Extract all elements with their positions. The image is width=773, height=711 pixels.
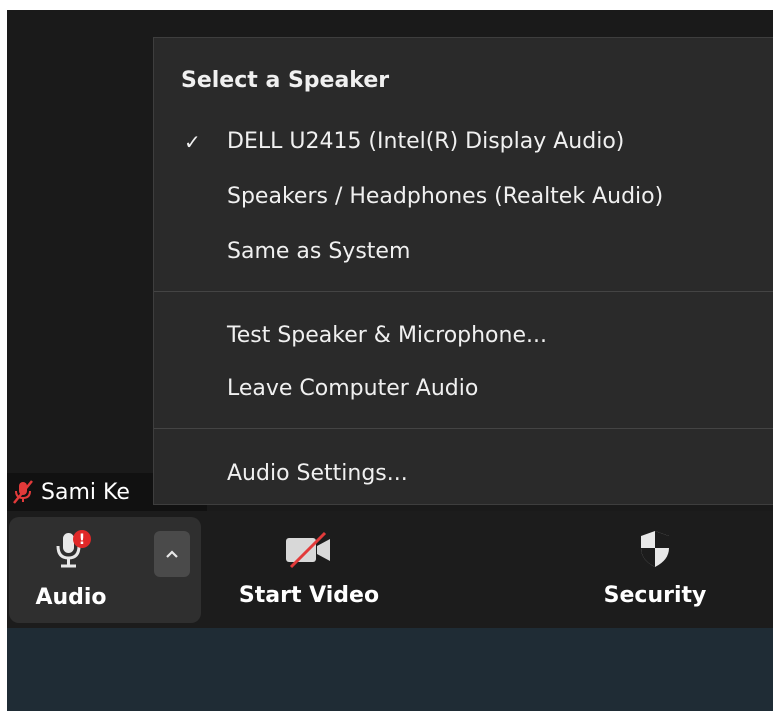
menu-divider [154, 291, 773, 292]
security-button[interactable]: Security [575, 517, 735, 623]
audio-label: Audio [35, 585, 107, 610]
video-off-icon [286, 531, 330, 569]
speaker-menu: Select a Speaker ✓ DELL U2415 (Intel(R) … [153, 37, 773, 505]
start-video-label: Start Video [238, 583, 380, 608]
audio-button[interactable]: ! Audio [9, 517, 201, 623]
meeting-toolbar: ! Audio Start Video Security [7, 511, 773, 628]
check-icon: ✓ [184, 130, 201, 154]
audio-settings-item[interactable]: Audio Settings... [227, 454, 408, 494]
security-label: Security [603, 583, 707, 608]
menu-divider [154, 428, 773, 429]
shield-icon [641, 531, 669, 567]
speaker-option-dell[interactable]: DELL U2415 (Intel(R) Display Audio) [227, 122, 624, 162]
test-speaker-microphone-item[interactable]: Test Speaker & Microphone... [227, 316, 547, 356]
muted-mic-icon [13, 480, 33, 504]
speaker-option-same-as-system[interactable]: Same as System [227, 232, 410, 272]
caret-up-icon [166, 550, 178, 558]
start-video-button[interactable]: Start Video [229, 517, 389, 623]
speaker-option-realtek[interactable]: Speakers / Headphones (Realtek Audio) [227, 177, 663, 217]
mic-alert-icon: ! [56, 530, 91, 568]
audio-options-caret[interactable] [154, 531, 190, 577]
alert-badge-glyph: ! [79, 532, 85, 548]
taskbar-strip [7, 628, 773, 711]
meeting-window: Sami Ke ! Audio Start Video Security Sel… [7, 10, 773, 711]
speaker-menu-title: Select a Speaker [181, 68, 390, 93]
leave-computer-audio-item[interactable]: Leave Computer Audio [227, 369, 478, 409]
participant-name: Sami Ke [41, 479, 130, 505]
